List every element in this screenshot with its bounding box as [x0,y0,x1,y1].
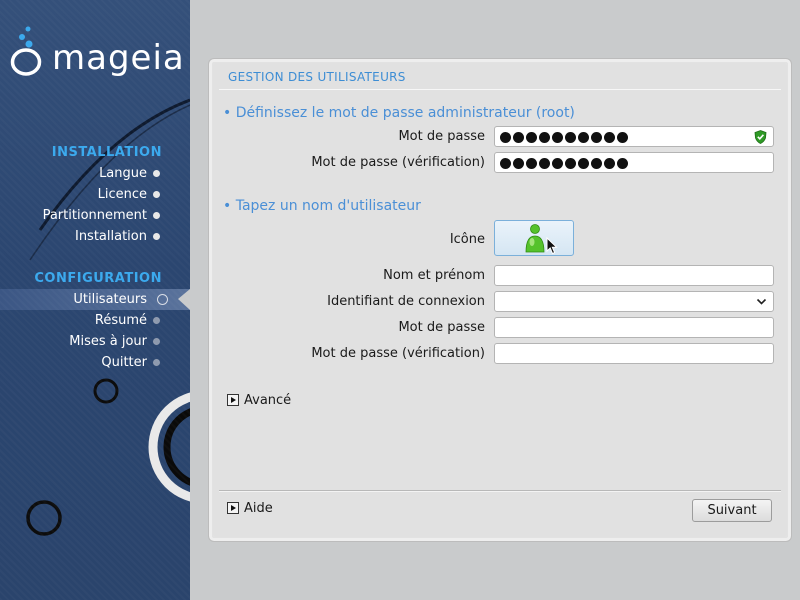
password-mask [500,156,628,170]
sidebar-item-label: Licence [97,187,147,202]
step-done-dot [153,191,160,198]
step-done-dot [153,212,160,219]
sidebar-item-label: Mises à jour [69,334,147,349]
mageia-logo: mageia [8,24,188,84]
step-pending-dot [153,317,160,324]
step-pending-dot [153,359,160,366]
chevron-down-icon[interactable] [756,296,767,307]
sidebar-item-label: Installation [74,229,147,244]
sidebar-item-label: Partitionnement [42,208,147,223]
user-icon-label: Icône [449,232,485,247]
logo-wordmark: mageia [52,38,185,78]
sidebar-item-licence: Licence [0,184,190,205]
step-current-ring [157,294,168,305]
fullname-label: Nom et prénom [383,268,485,283]
mageia-logo-icon [10,26,42,76]
root-password-verify-label: Mot de passe (vérification) [311,155,485,170]
triangle-right-icon [227,394,239,406]
sidebar-item-label: Utilisateurs [73,292,147,307]
sidebar-item-partitionnement: Partitionnement [0,205,190,226]
advanced-expander[interactable]: Avancé [227,393,291,409]
title-divider [219,89,781,90]
sidebar-item-utilisateurs: Utilisateurs [0,289,190,310]
password-mask [500,130,628,144]
mouse-pointer-icon [546,237,558,255]
installation-section-title: INSTALLATION [51,145,162,160]
help-label: Aide [244,501,273,516]
user-password-verify-label: Mot de passe (vérification) [311,346,485,361]
user-management-panel: GESTION DES UTILISATEURS • Définissez le… [208,58,792,542]
sidebar-item-label: Résumé [94,313,147,328]
root-password-field[interactable] [494,126,774,147]
sidebar-item-quitter: Quitter [0,352,190,373]
active-step-pointer [178,289,190,310]
next-button[interactable]: Suivant [692,499,772,522]
shield-check-icon [754,130,767,144]
sidebar-item-langue: Langue [0,163,190,184]
deco-ring-small [93,378,119,404]
panel-title: GESTION DES UTILISATEURS [228,70,406,84]
user-password-label: Mot de passe [398,320,485,335]
root-password-label: Mot de passe [398,129,485,144]
sidebar-item-label: Langue [99,166,147,181]
sidebar-item-mises-a-jour: Mises à jour [0,331,190,352]
root-password-heading: • Définissez le mot de passe administrat… [223,105,575,121]
panel-body: GESTION DES UTILISATEURS • Définissez le… [213,63,787,537]
root-password-verify-field[interactable] [494,152,774,173]
login-label: Identifiant de connexion [327,294,485,309]
sidebar-item-resume: Résumé [0,310,190,331]
triangle-right-icon [227,502,239,514]
step-done-dot [153,233,160,240]
sidebar-item-label: Quitter [101,355,147,370]
step-done-dot [153,170,160,177]
login-combobox[interactable] [494,291,774,312]
sidebar-item-installation: Installation [0,226,190,247]
user-password-verify-field[interactable] [494,343,774,364]
fullname-input[interactable] [494,265,774,286]
user-name-heading: • Tapez un nom d'utilisateur [223,198,421,214]
user-icon-button[interactable] [494,220,574,256]
sidebar: mageia INSTALLATION Langue Licence Parti… [0,0,190,600]
user-password-field[interactable] [494,317,774,338]
configuration-section-title: CONFIGURATION [34,271,162,286]
advanced-label: Avancé [244,393,292,408]
deco-ring-bottom [26,500,62,536]
step-pending-dot [153,338,160,345]
help-expander[interactable]: Aide [227,501,273,517]
